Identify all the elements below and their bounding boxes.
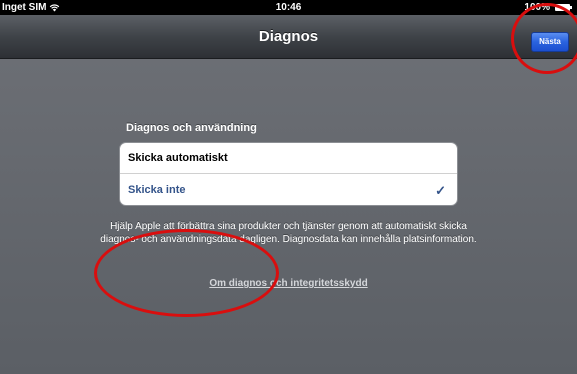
option-label: Skicka automatiskt bbox=[128, 152, 228, 164]
checkmark-icon: ✓ bbox=[435, 183, 446, 198]
battery-icon bbox=[555, 4, 572, 11]
next-button[interactable]: Nästa bbox=[531, 32, 569, 52]
diagnostics-options-group: Skicka automatiskt Skicka inte ✓ bbox=[119, 142, 458, 206]
battery-percentage: 100% bbox=[524, 2, 550, 13]
status-time: 10:46 bbox=[275, 2, 302, 13]
privacy-link[interactable]: Om diagnos och integritetsskydd bbox=[0, 278, 577, 289]
settings-content: Diagnos och användning Skicka automatisk… bbox=[0, 59, 577, 374]
section-header: Diagnos och användning bbox=[126, 122, 257, 134]
diagnostics-description: Hjälp Apple att förbättra sina produkter… bbox=[100, 221, 477, 245]
page-title: Diagnos bbox=[258, 28, 319, 45]
navigation-bar: Diagnos Nästa bbox=[0, 15, 577, 59]
option-label: Skicka inte bbox=[128, 184, 186, 196]
option-dont-send[interactable]: Skicka inte ✓ bbox=[120, 175, 457, 205]
ipad-screen: Inget SIM 10:46 100% Diagnos Nästa Diagn… bbox=[0, 0, 577, 374]
option-send-automatically[interactable]: Skicka automatiskt bbox=[120, 143, 457, 174]
status-bar: Inget SIM 10:46 100% bbox=[0, 0, 577, 15]
